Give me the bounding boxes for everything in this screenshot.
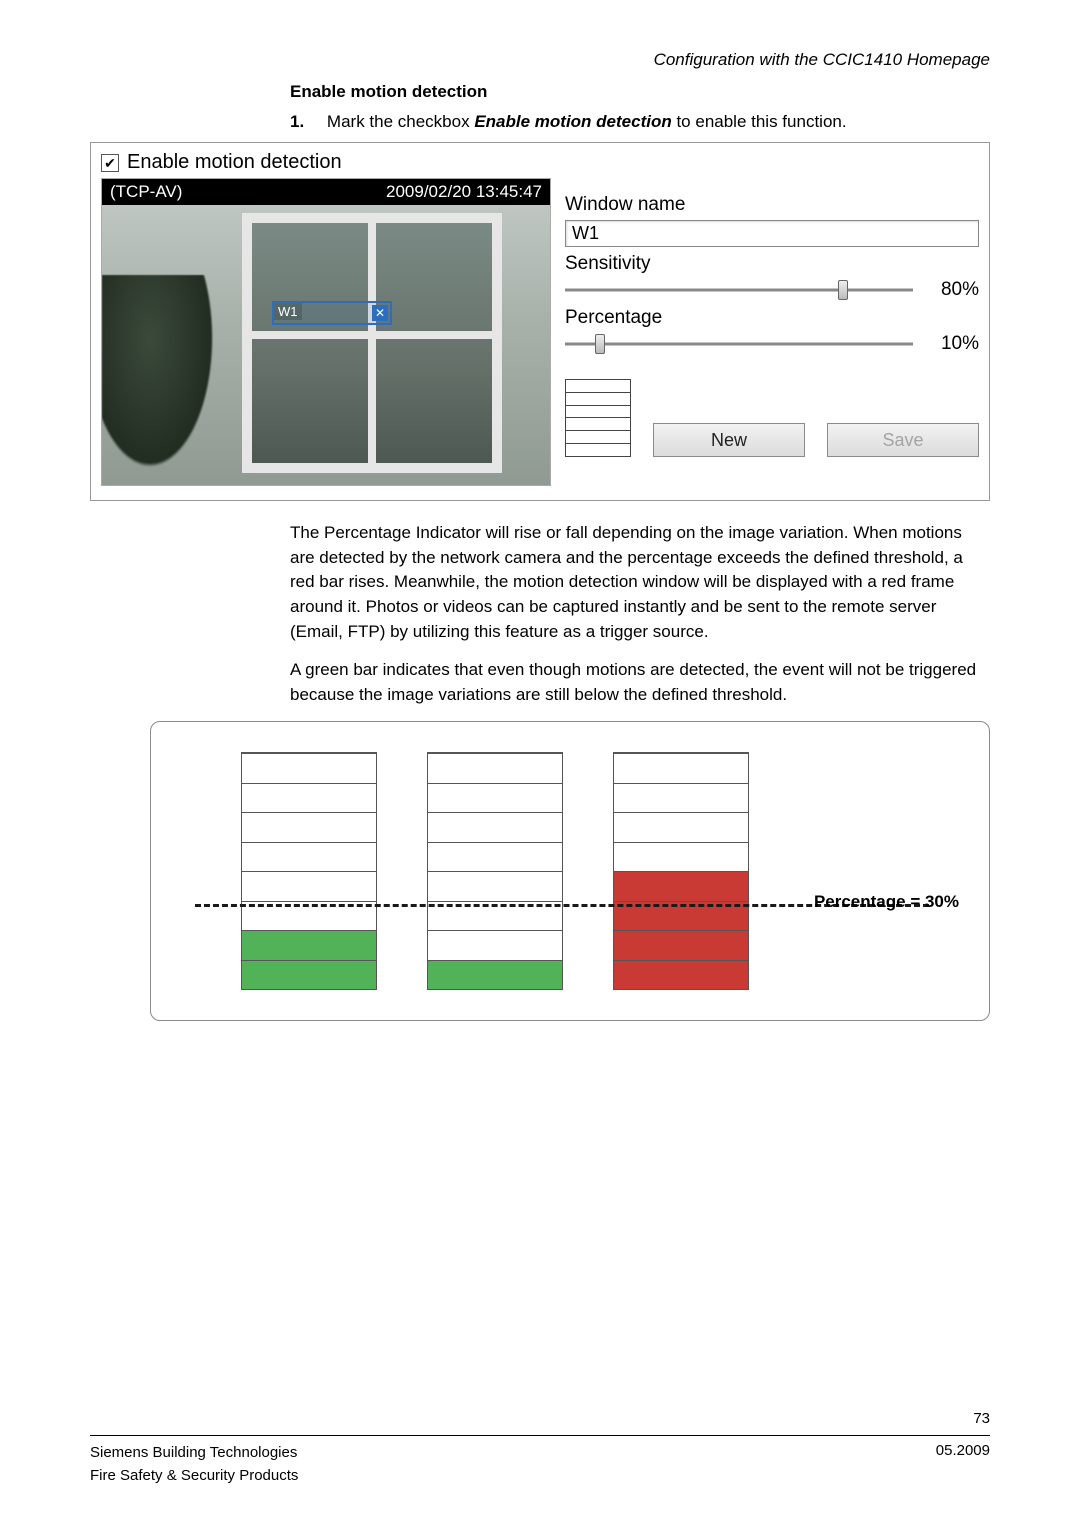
- bar-1: [241, 752, 377, 990]
- page-footer: 73 Siemens Building Technologies Fire Sa…: [90, 1410, 990, 1487]
- plant-silhouette: [102, 275, 222, 485]
- door-shape: [242, 213, 502, 473]
- controls-column: Window name Sensitivity 80% Percentage: [565, 178, 979, 486]
- sensitivity-label: Sensitivity: [565, 253, 979, 275]
- motion-detection-panel: ✔ Enable motion detection (TCP-AV) 2009/…: [90, 142, 990, 501]
- bar-3: [613, 752, 749, 990]
- enable-motion-row: ✔ Enable motion detection: [101, 151, 979, 174]
- sensitivity-slider[interactable]: [565, 280, 913, 300]
- section-title: Enable motion detection: [290, 82, 990, 102]
- threshold-diagram: Percentage = 30%: [150, 721, 990, 1021]
- paragraph-2: A green bar indicates that even though m…: [290, 658, 990, 707]
- page-header-right: Configuration with the CCIC1410 Homepage: [90, 50, 990, 70]
- slider-thumb[interactable]: [838, 280, 848, 300]
- step-text-pre: Mark the checkbox: [327, 112, 474, 131]
- footer-right-date: 05.2009: [936, 1442, 990, 1487]
- video-frame[interactable]: W1 ✕: [102, 205, 550, 485]
- step-number: 1.: [290, 112, 304, 131]
- save-button[interactable]: Save: [827, 423, 979, 457]
- sensitivity-value: 80%: [925, 279, 979, 301]
- paragraph-1: The Percentage Indicator will rise or fa…: [290, 521, 990, 644]
- video-preview-area: (TCP-AV) 2009/02/20 13:45:47 W1 ✕: [101, 178, 551, 486]
- bar-2: [427, 752, 563, 990]
- slider-track: [565, 289, 913, 292]
- video-title-timestamp: 2009/02/20 13:45:47: [386, 182, 542, 202]
- percentage-slider[interactable]: [565, 334, 913, 354]
- window-name-label: Window name: [565, 194, 979, 216]
- step-text-post: to enable this function.: [672, 112, 847, 131]
- enable-motion-checkbox[interactable]: ✔: [101, 154, 119, 172]
- threshold-label: Percentage = 30%: [814, 892, 959, 912]
- step-line: 1. Mark the checkbox Enable motion detec…: [290, 112, 990, 132]
- motion-window-label: W1: [274, 303, 302, 320]
- percentage-indicator: [565, 379, 631, 457]
- video-title-left: (TCP-AV): [110, 182, 182, 202]
- slider-track: [565, 343, 913, 346]
- motion-window[interactable]: W1 ✕: [272, 301, 392, 325]
- bars-wrap: [241, 752, 759, 990]
- motion-window-close-icon[interactable]: ✕: [372, 305, 388, 321]
- page-number: 73: [90, 1410, 990, 1427]
- enable-motion-label: Enable motion detection: [127, 151, 342, 174]
- percentage-value: 10%: [925, 333, 979, 355]
- footer-rule: [90, 1435, 990, 1436]
- window-name-input[interactable]: [565, 220, 979, 247]
- step-text-bold: Enable motion detection: [474, 112, 671, 131]
- footer-left-1: Siemens Building Technologies: [90, 1442, 298, 1465]
- percentage-label: Percentage: [565, 307, 979, 329]
- video-titlebar: (TCP-AV) 2009/02/20 13:45:47: [102, 179, 550, 205]
- slider-thumb[interactable]: [595, 334, 605, 354]
- footer-left-2: Fire Safety & Security Products: [90, 1465, 298, 1488]
- new-button[interactable]: New: [653, 423, 805, 457]
